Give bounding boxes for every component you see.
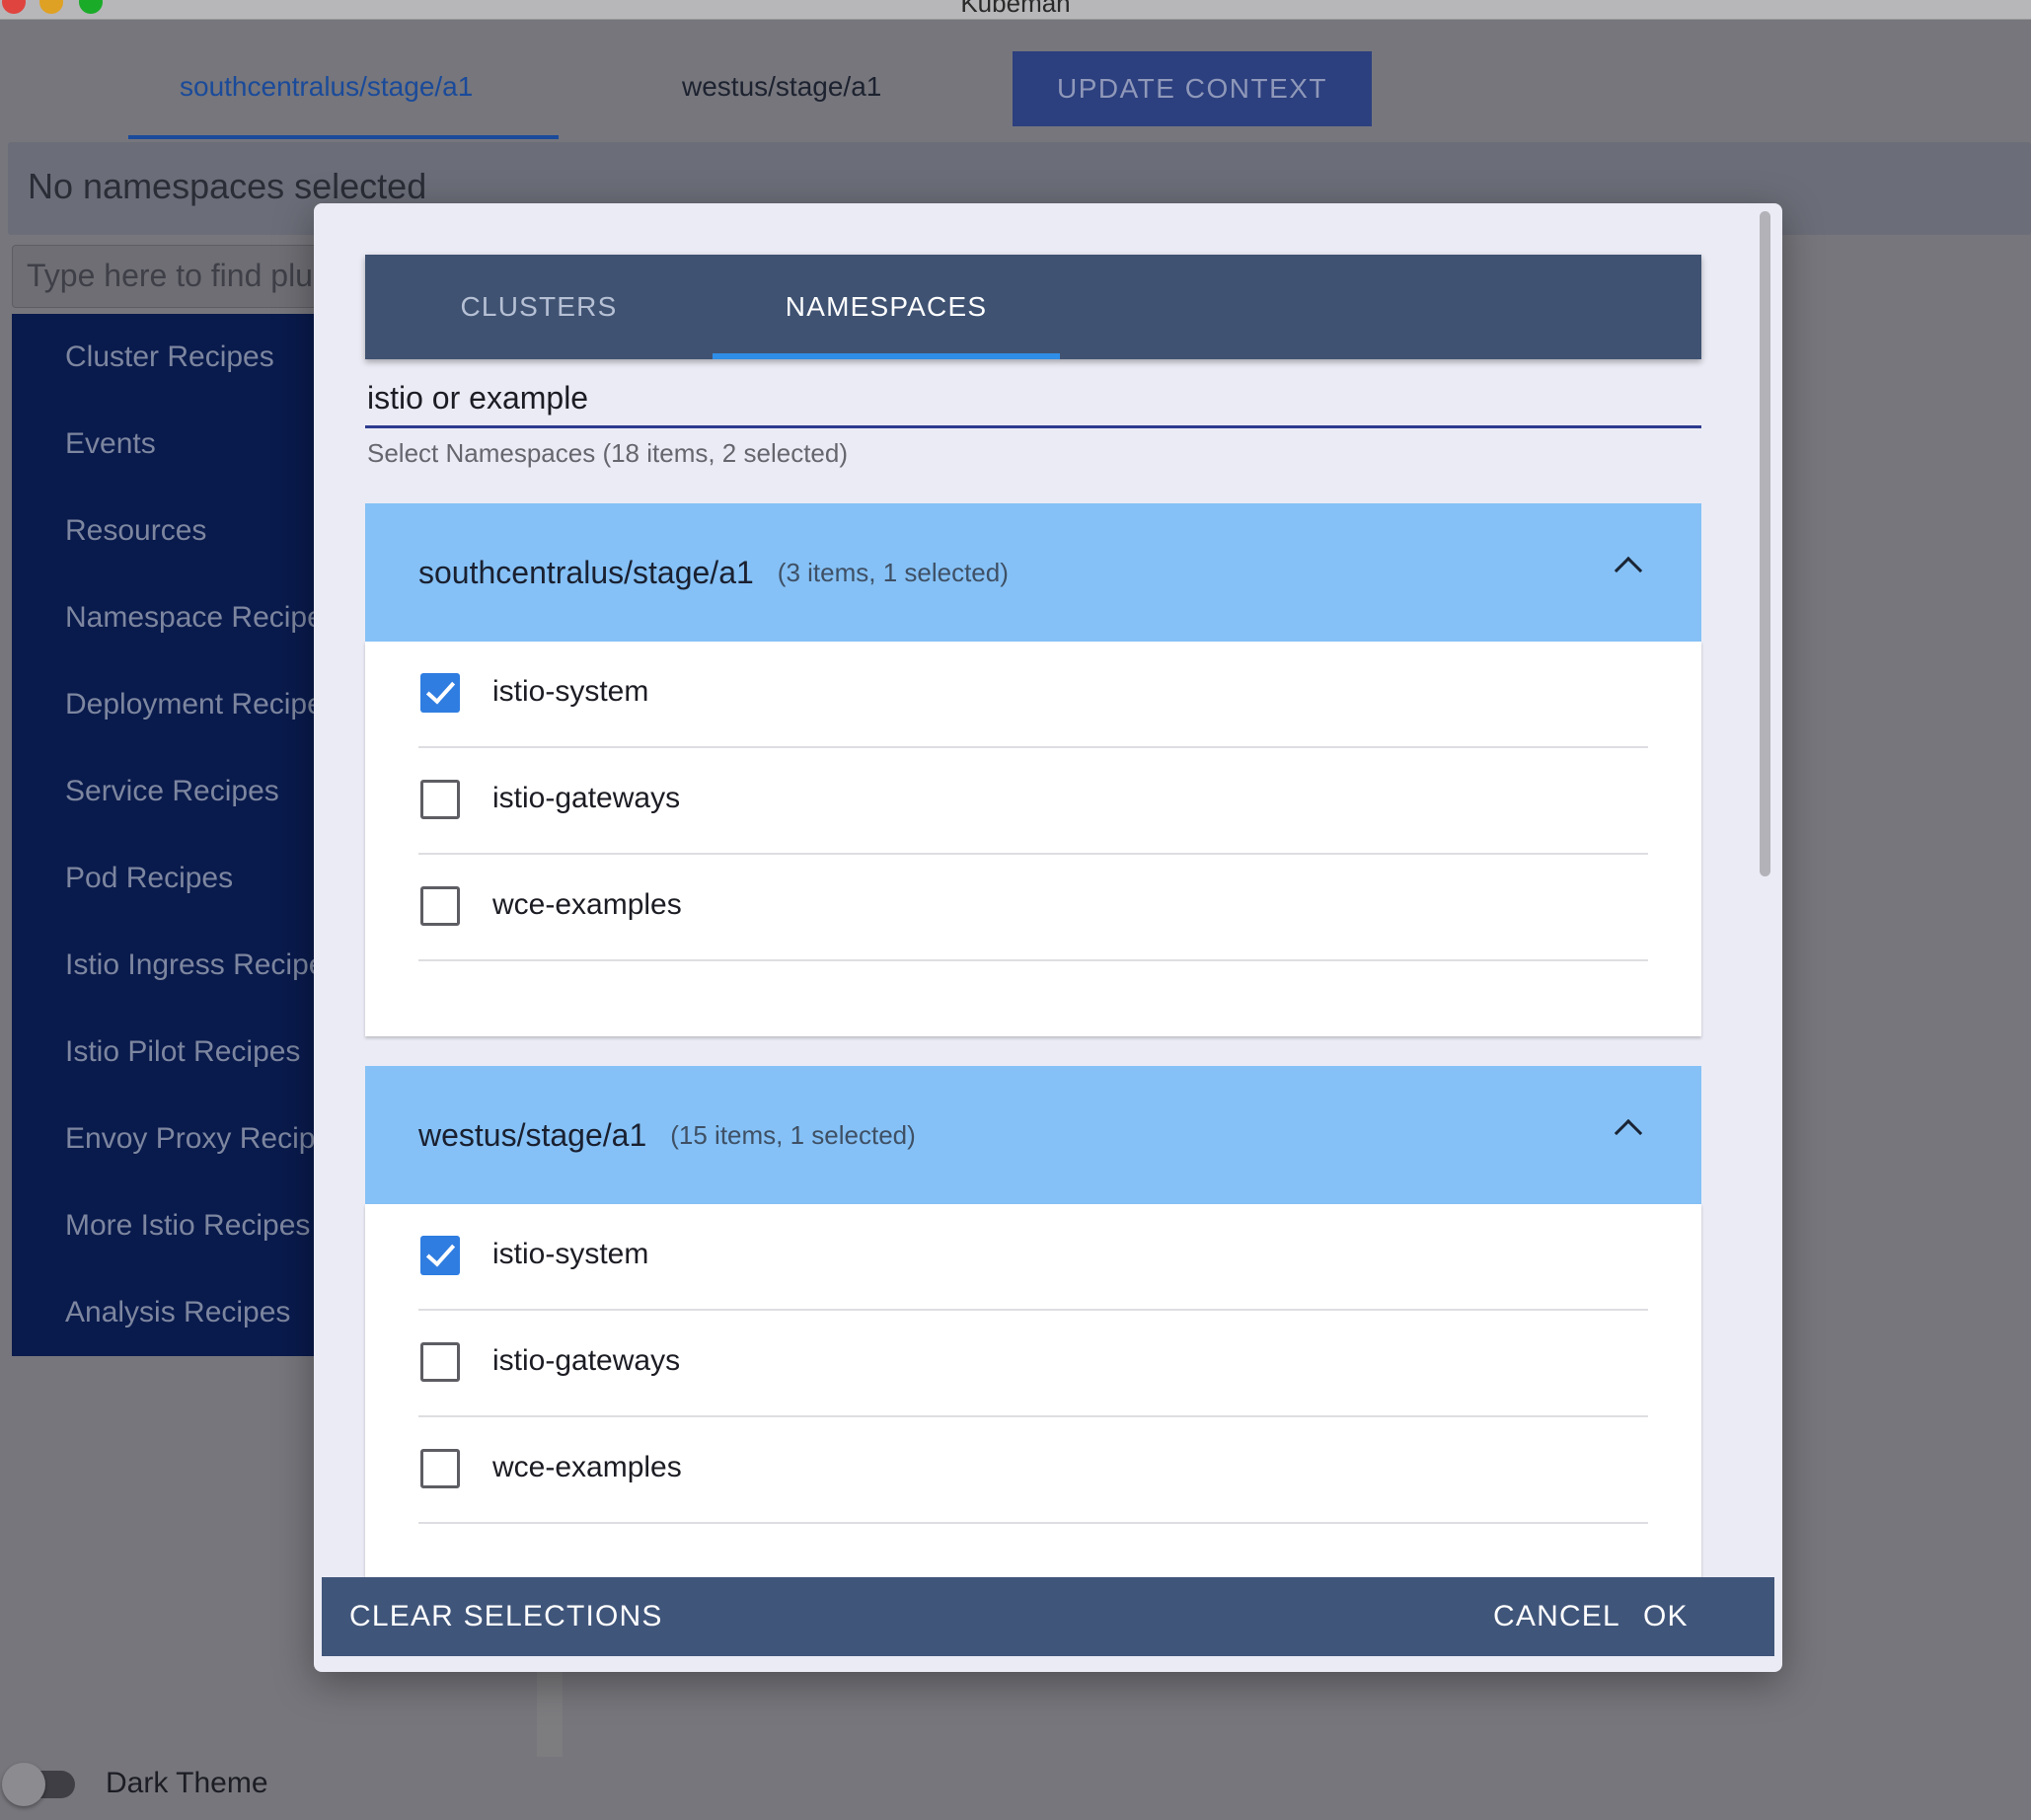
sidebar-item-analysis-recipes[interactable]: Analysis Recipes [12, 1269, 338, 1356]
namespace-label: istio-system [492, 1238, 649, 1270]
tab-clusters[interactable]: CLUSTERS [365, 255, 713, 359]
group-title: westus/stage/a1 [418, 1116, 647, 1153]
group-list-southcentralus: istio-system istio-gateways wce-examples [365, 642, 1701, 1036]
checkbox-checked-icon[interactable] [420, 1236, 460, 1275]
checkbox-checked-icon[interactable] [420, 673, 460, 713]
panel-divider [537, 1668, 563, 1757]
sidebar: Cluster Recipes Events Resources Namespa… [12, 314, 338, 1356]
window-title: Kubeman [960, 0, 1071, 18]
dialog-scrollbar[interactable] [1760, 211, 1770, 876]
checkbox-empty-icon[interactable] [420, 886, 460, 926]
selection-dialog: CLUSTERS NAMESPACES Select Namespaces (1… [314, 203, 1782, 1672]
sidebar-item-more-istio-recipes[interactable]: More Istio Recipes [12, 1182, 338, 1269]
group-count: (3 items, 1 selected) [777, 557, 1009, 587]
list-item[interactable]: istio-gateways [418, 748, 1648, 855]
list-item[interactable]: istio-system [418, 642, 1648, 748]
sidebar-item-deployment-recipes[interactable]: Deployment Recipes [12, 661, 338, 748]
namespace-label: istio-system [492, 675, 649, 708]
title-bar: Kubeman [0, 0, 2031, 20]
namespace-label: istio-gateways [492, 1344, 681, 1377]
app-window: Kubeman southcentralus/stage/a1 westus/s… [0, 0, 2031, 1820]
context-tab-indicator [128, 135, 559, 139]
sidebar-item-service-recipes[interactable]: Service Recipes [12, 748, 338, 835]
group-count: (15 items, 1 selected) [670, 1119, 916, 1150]
dialog-tabbar: CLUSTERS NAMESPACES [365, 255, 1701, 359]
sidebar-item-resources[interactable]: Resources [12, 488, 338, 574]
list-item[interactable]: istio-system [418, 1204, 1648, 1311]
group-header-westus[interactable]: westus/stage/a1 (15 items, 1 selected) [365, 1066, 1701, 1204]
namespace-label: wce-examples [492, 1451, 682, 1483]
ok-button[interactable]: OK [1643, 1577, 1689, 1656]
context-tab-southcentralus[interactable]: southcentralus/stage/a1 [180, 71, 473, 103]
sidebar-item-istio-ingress-recipes[interactable]: Istio Ingress Recipes [12, 922, 338, 1009]
dark-theme-label: Dark Theme [106, 1767, 268, 1799]
dialog-action-bar: CLEAR SELECTIONS CANCEL OK [322, 1577, 1774, 1656]
chevron-up-icon[interactable] [1614, 556, 1643, 585]
dark-theme-toggle-knob[interactable] [2, 1763, 45, 1806]
selection-hint: Select Namespaces (18 items, 2 selected) [367, 438, 848, 468]
group-list-westus: istio-system istio-gateways wce-examples [365, 1204, 1701, 1599]
group-header-southcentralus[interactable]: southcentralus/stage/a1 (3 items, 1 sele… [365, 503, 1701, 642]
checkbox-empty-icon[interactable] [420, 1342, 460, 1382]
sidebar-item-events[interactable]: Events [12, 401, 338, 488]
cancel-button[interactable]: CANCEL [1493, 1577, 1620, 1656]
sidebar-item-namespace-recipes[interactable]: Namespace Recipes [12, 574, 338, 661]
list-item[interactable]: wce-examples [418, 855, 1648, 961]
list-item[interactable]: istio-gateways [418, 1311, 1648, 1417]
chevron-up-icon[interactable] [1614, 1118, 1643, 1148]
list-item[interactable]: wce-examples [418, 1417, 1648, 1524]
checkbox-empty-icon[interactable] [420, 780, 460, 819]
namespace-label: wce-examples [492, 888, 682, 921]
namespace-label: istio-gateways [492, 782, 681, 814]
clear-selections-button[interactable]: CLEAR SELECTIONS [349, 1577, 663, 1656]
namespace-filter-input[interactable] [365, 371, 1701, 428]
tab-active-indicator [713, 353, 1060, 359]
context-tab-westus[interactable]: westus/stage/a1 [682, 71, 881, 103]
plugin-search-input[interactable]: Type here to find plugins [12, 245, 338, 308]
tab-namespaces[interactable]: NAMESPACES [713, 255, 1060, 359]
sidebar-item-envoy-proxy-recipes[interactable]: Envoy Proxy Recipes [12, 1096, 338, 1182]
checkbox-empty-icon[interactable] [420, 1449, 460, 1488]
group-title: southcentralus/stage/a1 [418, 554, 754, 590]
update-context-button[interactable]: UPDATE CONTEXT [1013, 51, 1372, 126]
sidebar-item-pod-recipes[interactable]: Pod Recipes [12, 835, 338, 922]
sidebar-item-istio-pilot-recipes[interactable]: Istio Pilot Recipes [12, 1009, 338, 1096]
namespace-bar-text: No namespaces selected [28, 166, 427, 206]
sidebar-item-cluster-recipes[interactable]: Cluster Recipes [12, 314, 338, 401]
